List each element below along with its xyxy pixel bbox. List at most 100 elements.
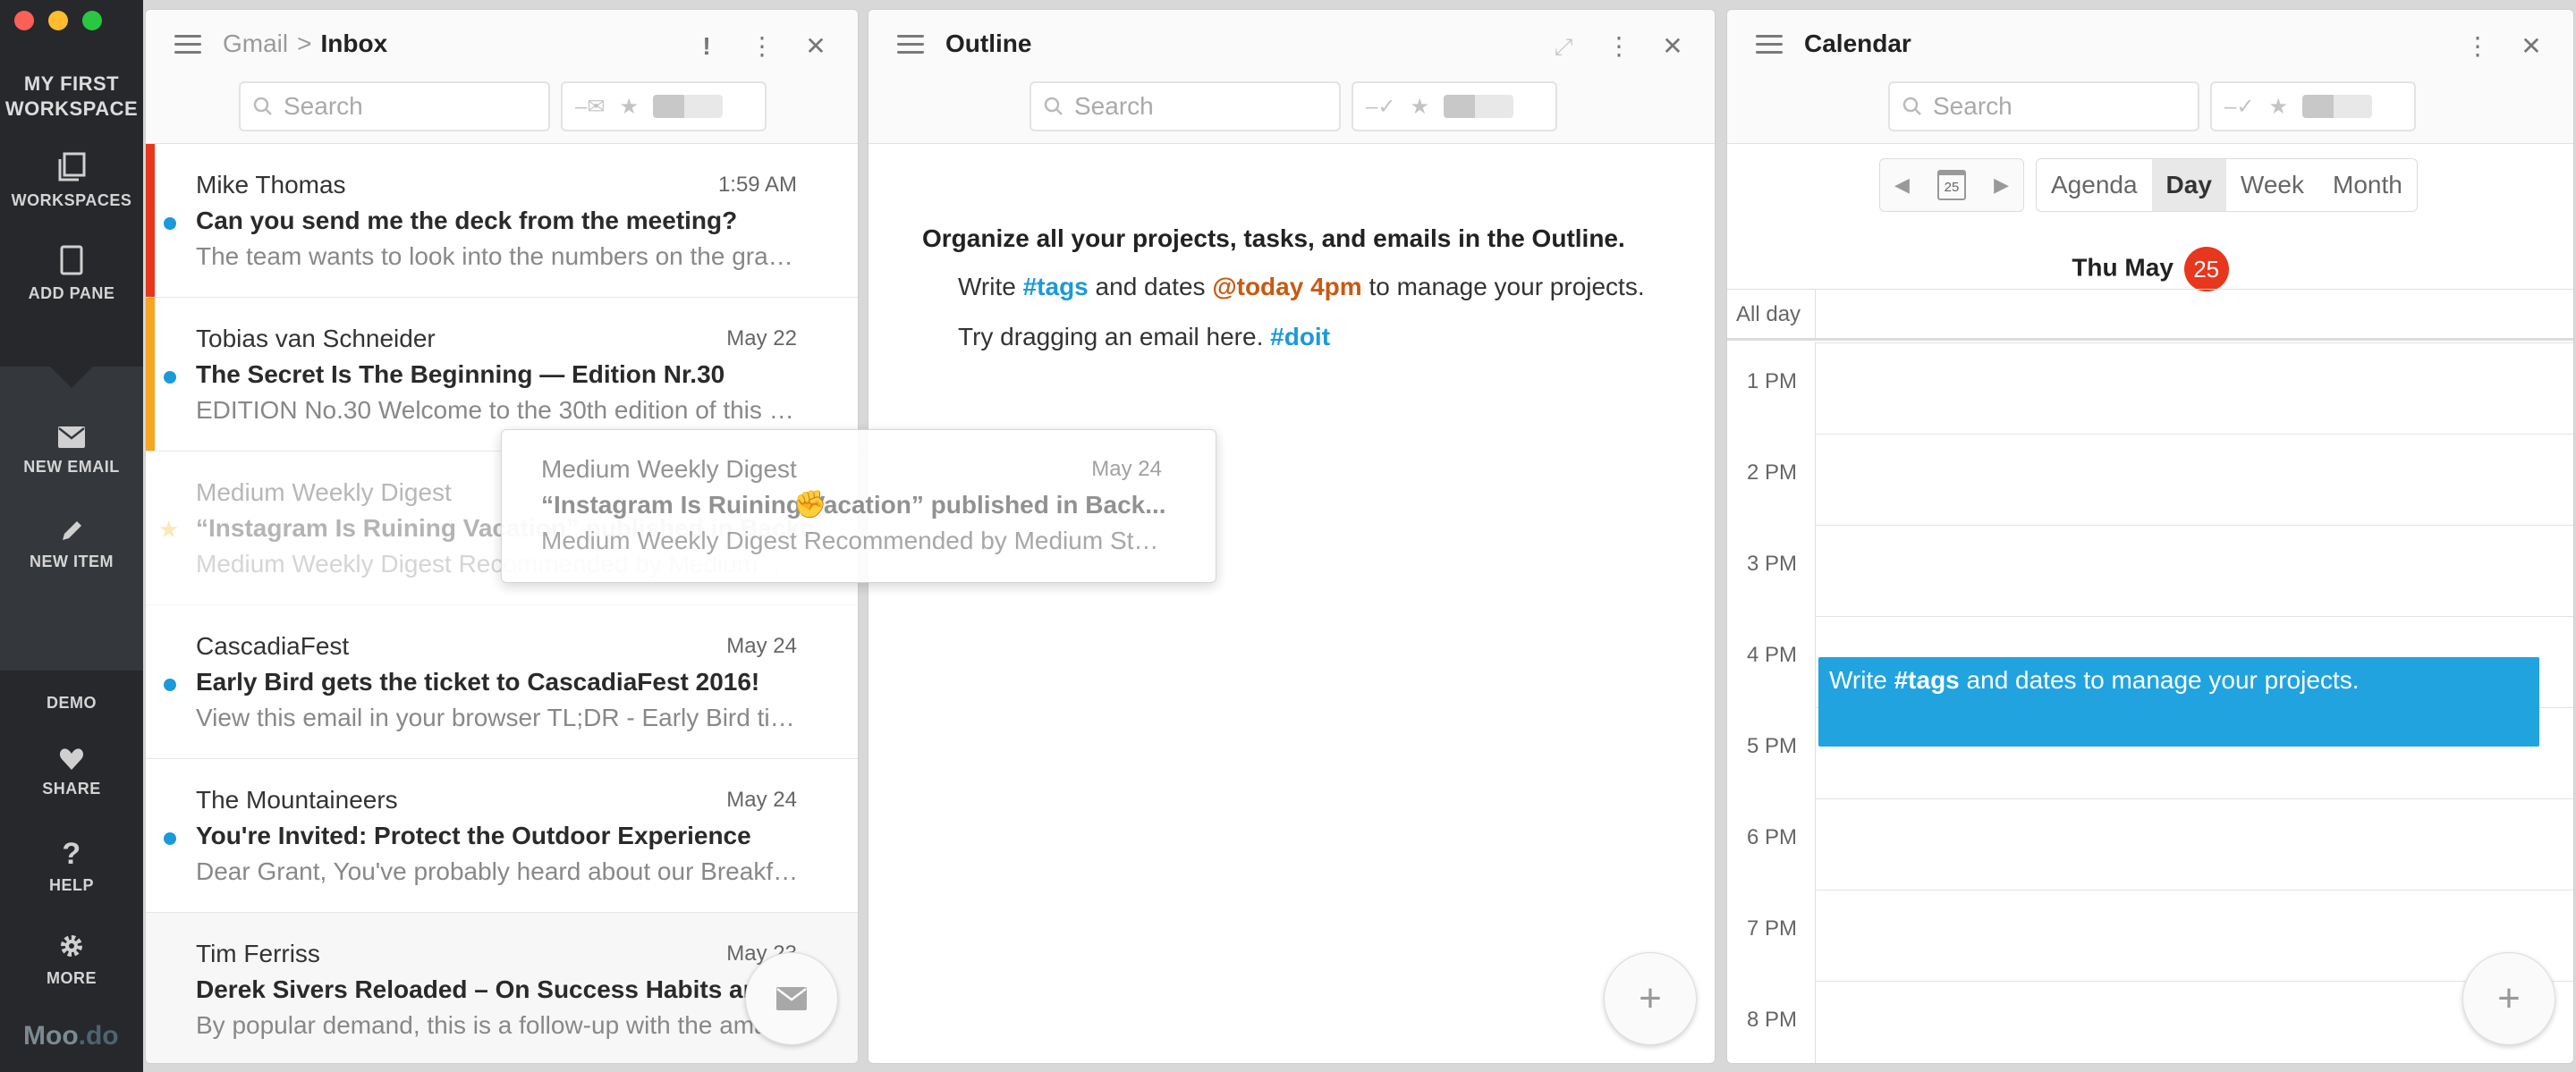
unread-dot bbox=[164, 217, 176, 230]
add-event-button[interactable]: + bbox=[2462, 952, 2555, 1045]
all-day-row[interactable]: All day bbox=[1727, 289, 2573, 341]
next-day-icon[interactable]: ▶ bbox=[1994, 173, 2009, 197]
email-date: May 24 bbox=[726, 788, 797, 812]
gear-icon bbox=[61, 935, 82, 957]
email-row[interactable]: Mike Thomas 1:59 AM Can you send me the … bbox=[146, 144, 858, 298]
outline-item[interactable]: Try dragging an email here. #doit bbox=[958, 321, 1709, 353]
hour-grid[interactable]: 1 PM 2 PM 3 PM 4 PM 5 PM 6 PM 7 PM 8 PM … bbox=[1727, 342, 2573, 1063]
add-pane-label: ADD PANE bbox=[28, 284, 115, 302]
menu-icon[interactable] bbox=[1756, 35, 1783, 56]
sidebar-notch bbox=[50, 367, 93, 388]
calendar-header: Calendar ⋮ ✕ Search –✓ ★ bbox=[1727, 10, 2573, 144]
new-email-button[interactable]: NEW EMAIL bbox=[0, 426, 143, 477]
view-agenda-button[interactable]: Agenda bbox=[2037, 159, 2152, 211]
search-icon bbox=[1044, 97, 1063, 115]
share-button[interactable]: SHARE bbox=[0, 747, 143, 798]
view-month-button[interactable]: Month bbox=[2318, 159, 2417, 211]
hour-row[interactable]: 1 PM bbox=[1727, 342, 2573, 434]
email-row[interactable]: The Mountaineers May 24 You're Invited: … bbox=[146, 759, 858, 913]
done-filter-icon[interactable]: –✓ bbox=[2224, 94, 2254, 120]
hour-row[interactable]: 2 PM bbox=[1727, 434, 2573, 525]
minimize-window-button[interactable] bbox=[48, 11, 68, 30]
email-from: CascadiaFest bbox=[196, 632, 350, 660]
read-filter-icon[interactable]: –✉ bbox=[575, 94, 605, 120]
more-button[interactable]: MORE bbox=[0, 932, 143, 988]
outline-content[interactable]: Organize all your projects, tasks, and e… bbox=[922, 224, 1709, 353]
email-subject: “Instagram Is Ruining Vacation” publishe… bbox=[541, 491, 1166, 519]
search-placeholder: Search bbox=[1933, 92, 2012, 120]
close-pane-icon[interactable]: ✕ bbox=[1659, 33, 1686, 60]
unread-dot bbox=[164, 832, 176, 845]
zoom-window-button[interactable] bbox=[82, 11, 102, 30]
more-options-icon[interactable]: ⋮ bbox=[749, 33, 775, 60]
hour-row[interactable]: 6 PM bbox=[1727, 798, 2573, 890]
workspaces-button[interactable]: WORKSPACES bbox=[0, 152, 143, 210]
compose-email-button[interactable] bbox=[745, 952, 838, 1045]
prev-day-icon[interactable]: ◀ bbox=[1894, 173, 1910, 197]
done-filter-icon[interactable]: –✓ bbox=[1366, 94, 1395, 120]
close-window-button[interactable] bbox=[14, 11, 34, 30]
calendar-event[interactable]: Write #tags and dates to manage your pro… bbox=[1818, 657, 2539, 747]
demo-button[interactable]: DEMO bbox=[0, 694, 143, 713]
more-label: MORE bbox=[47, 969, 97, 987]
close-pane-icon[interactable]: ✕ bbox=[2518, 33, 2545, 60]
search-icon bbox=[1902, 97, 1921, 115]
star-filter-icon[interactable]: ★ bbox=[1410, 94, 1429, 120]
menu-icon[interactable] bbox=[174, 35, 201, 56]
more-options-icon[interactable]: ⋮ bbox=[1606, 33, 1632, 60]
filter-toggle[interactable] bbox=[2301, 95, 2372, 118]
share-label: SHARE bbox=[42, 780, 101, 798]
breadcrumb-gmail[interactable]: Gmail bbox=[223, 30, 288, 57]
priority-bar bbox=[146, 298, 155, 451]
close-pane-icon[interactable]: ✕ bbox=[802, 33, 829, 60]
hour-label: 1 PM bbox=[1747, 369, 1798, 393]
add-item-button[interactable]: + bbox=[1604, 952, 1697, 1045]
email-row[interactable]: CascadiaFest May 24 Early Bird gets the … bbox=[146, 605, 858, 759]
hour-label: 4 PM bbox=[1747, 643, 1798, 667]
star-filter-icon[interactable]: ★ bbox=[2268, 94, 2288, 120]
email-date: May 24 bbox=[1091, 457, 1162, 481]
date-navigator: ◀ 25 ▶ bbox=[1879, 158, 2024, 212]
view-week-button[interactable]: Week bbox=[2226, 159, 2318, 211]
demo-label: DEMO bbox=[47, 694, 97, 712]
calendar-search-input[interactable]: Search bbox=[1888, 81, 2199, 131]
calendar-title: Calendar bbox=[1804, 30, 1911, 57]
calendar-filter-bar[interactable]: –✓ ★ bbox=[2210, 81, 2416, 131]
tag-link[interactable]: #tags bbox=[1023, 273, 1089, 300]
inbox-search-input[interactable]: Search bbox=[239, 81, 550, 131]
new-email-label: NEW EMAIL bbox=[23, 458, 120, 476]
outline-item[interactable]: Write #tags and dates @today 4pm to mana… bbox=[958, 271, 1709, 303]
workspace-title-line2: WORKSPACE bbox=[4, 97, 139, 120]
date-link[interactable]: @today 4pm bbox=[1212, 273, 1361, 300]
outline-filter-bar[interactable]: –✓ ★ bbox=[1352, 81, 1557, 131]
dragged-email-card[interactable]: Medium Weekly Digest May 24 “Instagram I… bbox=[501, 429, 1216, 583]
outline-heading-item[interactable]: Organize all your projects, tasks, and e… bbox=[922, 224, 1709, 253]
filter-toggle[interactable] bbox=[652, 95, 723, 118]
hour-label: 3 PM bbox=[1747, 552, 1798, 576]
hour-row[interactable]: 3 PM bbox=[1727, 525, 2573, 616]
filter-toggle[interactable] bbox=[1443, 95, 1513, 118]
view-day-button[interactable]: Day bbox=[2151, 159, 2226, 211]
email-from: Tobias van Schneider bbox=[196, 325, 436, 352]
tag-link[interactable]: #doit bbox=[1270, 323, 1330, 350]
priority-icon[interactable]: ! bbox=[693, 33, 720, 60]
email-snippet: EDITION No.30 Welcome to the 30th editio… bbox=[196, 396, 804, 424]
menu-icon[interactable] bbox=[897, 35, 924, 56]
email-subject: Early Bird gets the ticket to CascadiaFe… bbox=[196, 668, 760, 696]
outline-search-input[interactable]: Search bbox=[1030, 81, 1341, 131]
help-button[interactable]: ? HELP bbox=[0, 839, 143, 895]
workspace-sidebar: MY FIRST WORKSPACE WORKSPACES ADD PANE N… bbox=[0, 0, 143, 1072]
new-item-button[interactable]: NEW ITEM bbox=[0, 519, 143, 571]
all-day-label: All day bbox=[1736, 302, 1801, 326]
hour-row[interactable]: 7 PM bbox=[1727, 890, 2573, 981]
expand-icon[interactable]: ⤢ bbox=[1550, 33, 1577, 60]
today-calendar-icon[interactable]: 25 bbox=[1937, 170, 1966, 200]
email-snippet: View this email in your browser TL;DR - … bbox=[196, 704, 804, 731]
add-pane-button[interactable]: ADD PANE bbox=[0, 245, 143, 303]
workspace-title[interactable]: MY FIRST WORKSPACE bbox=[0, 72, 143, 122]
inbox-filter-bar[interactable]: –✉ ★ bbox=[561, 81, 767, 131]
more-options-icon[interactable]: ⋮ bbox=[2464, 33, 2491, 60]
hour-row[interactable]: 8 PM bbox=[1727, 981, 2573, 1063]
star-filter-icon[interactable]: ★ bbox=[619, 94, 639, 120]
star-icon[interactable]: ★ bbox=[158, 516, 179, 544]
